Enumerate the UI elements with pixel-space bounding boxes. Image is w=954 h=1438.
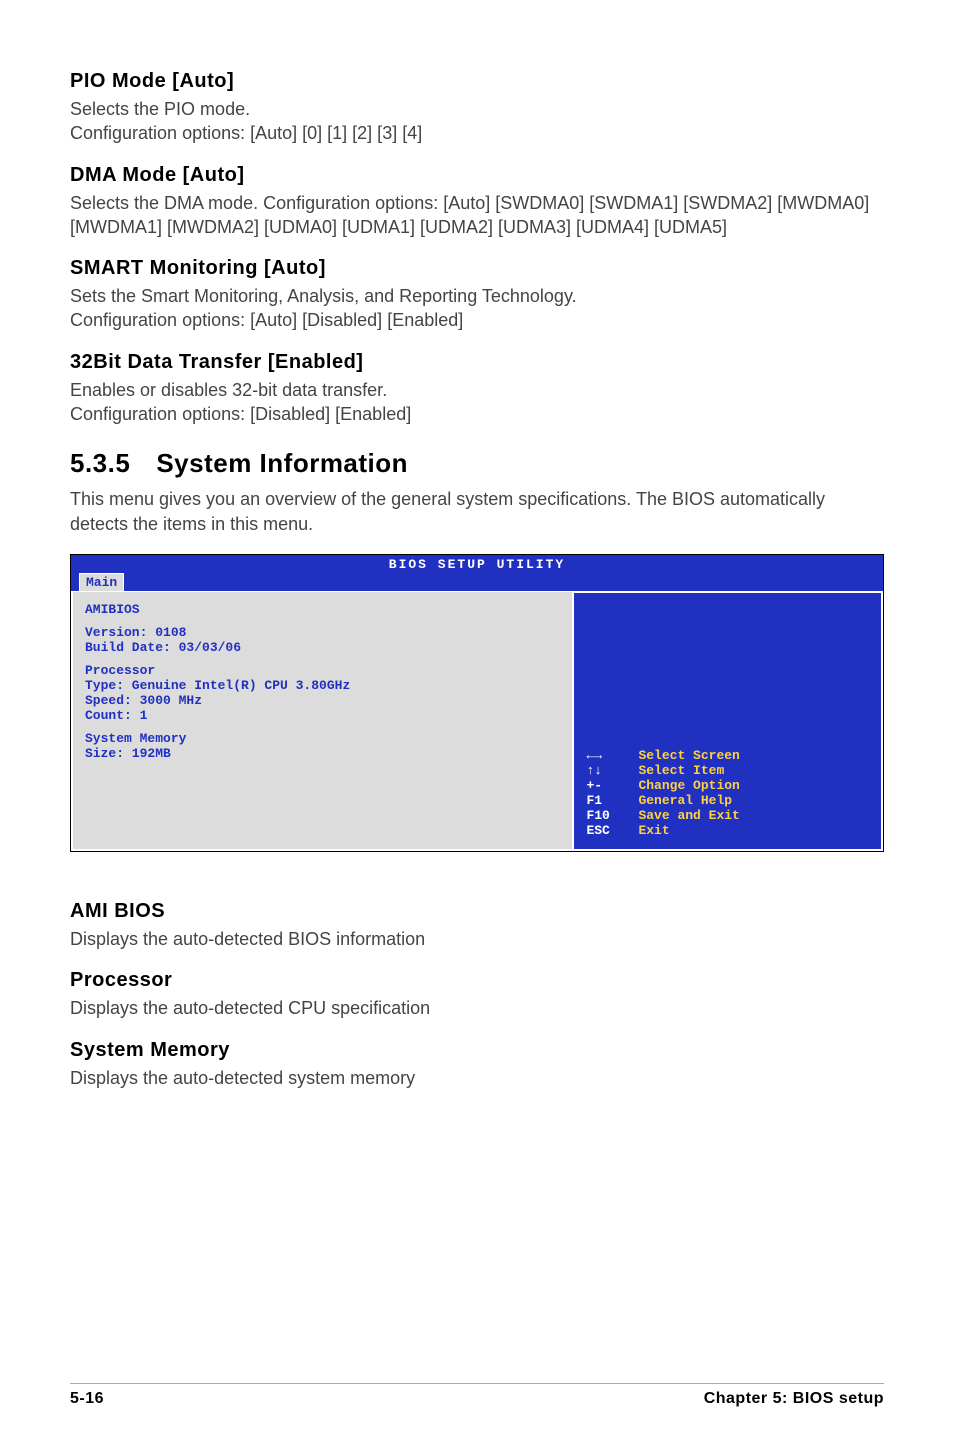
bios-setup-screenshot: BIOS SETUP UTILITY Main AMIBIOS Version:… bbox=[70, 554, 884, 852]
page-footer: 5-16 Chapter 5: BIOS setup bbox=[70, 1383, 884, 1408]
help-key: +- bbox=[586, 779, 620, 794]
help-key: F1 bbox=[586, 794, 620, 809]
chapter-label: Chapter 5: BIOS setup bbox=[704, 1390, 884, 1408]
bios-amibios-label: AMIBIOS bbox=[85, 602, 560, 617]
help-key: ←→ bbox=[586, 749, 620, 764]
section-title: System Information bbox=[156, 448, 408, 478]
heading-system-information: 5.3.5 System Information bbox=[70, 448, 884, 479]
text-line: Configuration options: [Disabled] [Enabl… bbox=[70, 404, 411, 424]
bios-right-panel: ←→ Select Screen ↑↓ Select Item +- Change O… bbox=[574, 591, 883, 851]
help-key: ↑↓ bbox=[586, 764, 620, 779]
help-text: Select Screen bbox=[638, 749, 739, 764]
bios-help-row: ←→ Select Screen bbox=[586, 749, 869, 764]
text-32bit-transfer: Enables or disables 32-bit data transfer… bbox=[70, 378, 884, 427]
bios-header: BIOS SETUP UTILITY Main bbox=[71, 555, 883, 591]
page-number: 5-16 bbox=[70, 1390, 104, 1408]
help-text: Save and Exit bbox=[638, 809, 739, 824]
bios-help-row: F1 General Help bbox=[586, 794, 869, 809]
heading-system-memory: System Memory bbox=[70, 1039, 884, 1062]
text-line: Configuration options: [Auto] [Disabled]… bbox=[70, 310, 463, 330]
heading-smart-monitoring: SMART Monitoring [Auto] bbox=[70, 257, 884, 280]
text-smart-monitoring: Sets the Smart Monitoring, Analysis, and… bbox=[70, 284, 884, 333]
help-text: Select Item bbox=[638, 764, 724, 779]
bios-version-block: Version: 0108 Build Date: 03/03/06 bbox=[85, 625, 560, 655]
text-ami-bios: Displays the auto-detected BIOS informat… bbox=[70, 927, 884, 951]
bios-processor-block: Processor Type: Genuine Intel(R) CPU 3.8… bbox=[85, 663, 560, 723]
bios-help-row: F10 Save and Exit bbox=[586, 809, 869, 824]
text-system-information: This menu gives you an overview of the g… bbox=[70, 487, 884, 536]
bios-help-block: ←→ Select Screen ↑↓ Select Item +- Change O… bbox=[586, 749, 869, 839]
text-dma-mode: Selects the DMA mode. Configuration opti… bbox=[70, 191, 884, 240]
bios-help-row: ESC Exit bbox=[586, 824, 869, 839]
heading-processor: Processor bbox=[70, 969, 884, 992]
bios-body: AMIBIOS Version: 0108 Build Date: 03/03/… bbox=[71, 591, 883, 851]
heading-pio-mode: PIO Mode [Auto] bbox=[70, 70, 884, 93]
help-key: ESC bbox=[586, 824, 620, 839]
text-system-memory: Displays the auto-detected system memory bbox=[70, 1066, 884, 1090]
text-line: Sets the Smart Monitoring, Analysis, and… bbox=[70, 286, 577, 306]
text-line: Configuration options: [Auto] [0] [1] [2… bbox=[70, 123, 422, 143]
bios-help-row: +- Change Option bbox=[586, 779, 869, 794]
bios-memory-block: System Memory Size: 192MB bbox=[85, 731, 560, 761]
text-line: Enables or disables 32-bit data transfer… bbox=[70, 380, 387, 400]
help-text: General Help bbox=[638, 794, 732, 809]
bios-title: BIOS SETUP UTILITY bbox=[71, 557, 883, 572]
heading-dma-mode: DMA Mode [Auto] bbox=[70, 164, 884, 187]
bios-left-panel: AMIBIOS Version: 0108 Build Date: 03/03/… bbox=[71, 591, 574, 851]
help-text: Change Option bbox=[638, 779, 739, 794]
bios-tab-main: Main bbox=[79, 573, 124, 592]
bios-help-row: ↑↓ Select Item bbox=[586, 764, 869, 779]
text-line: Selects the PIO mode. bbox=[70, 99, 250, 119]
help-text: Exit bbox=[638, 824, 669, 839]
bios-shadow bbox=[70, 870, 884, 890]
text-processor: Displays the auto-detected CPU specifica… bbox=[70, 996, 884, 1020]
help-key: F10 bbox=[586, 809, 620, 824]
heading-32bit-transfer: 32Bit Data Transfer [Enabled] bbox=[70, 351, 884, 374]
text-pio-mode: Selects the PIO mode. Configuration opti… bbox=[70, 97, 884, 146]
section-number: 5.3.5 bbox=[70, 448, 130, 478]
heading-ami-bios: AMI BIOS bbox=[70, 900, 884, 923]
